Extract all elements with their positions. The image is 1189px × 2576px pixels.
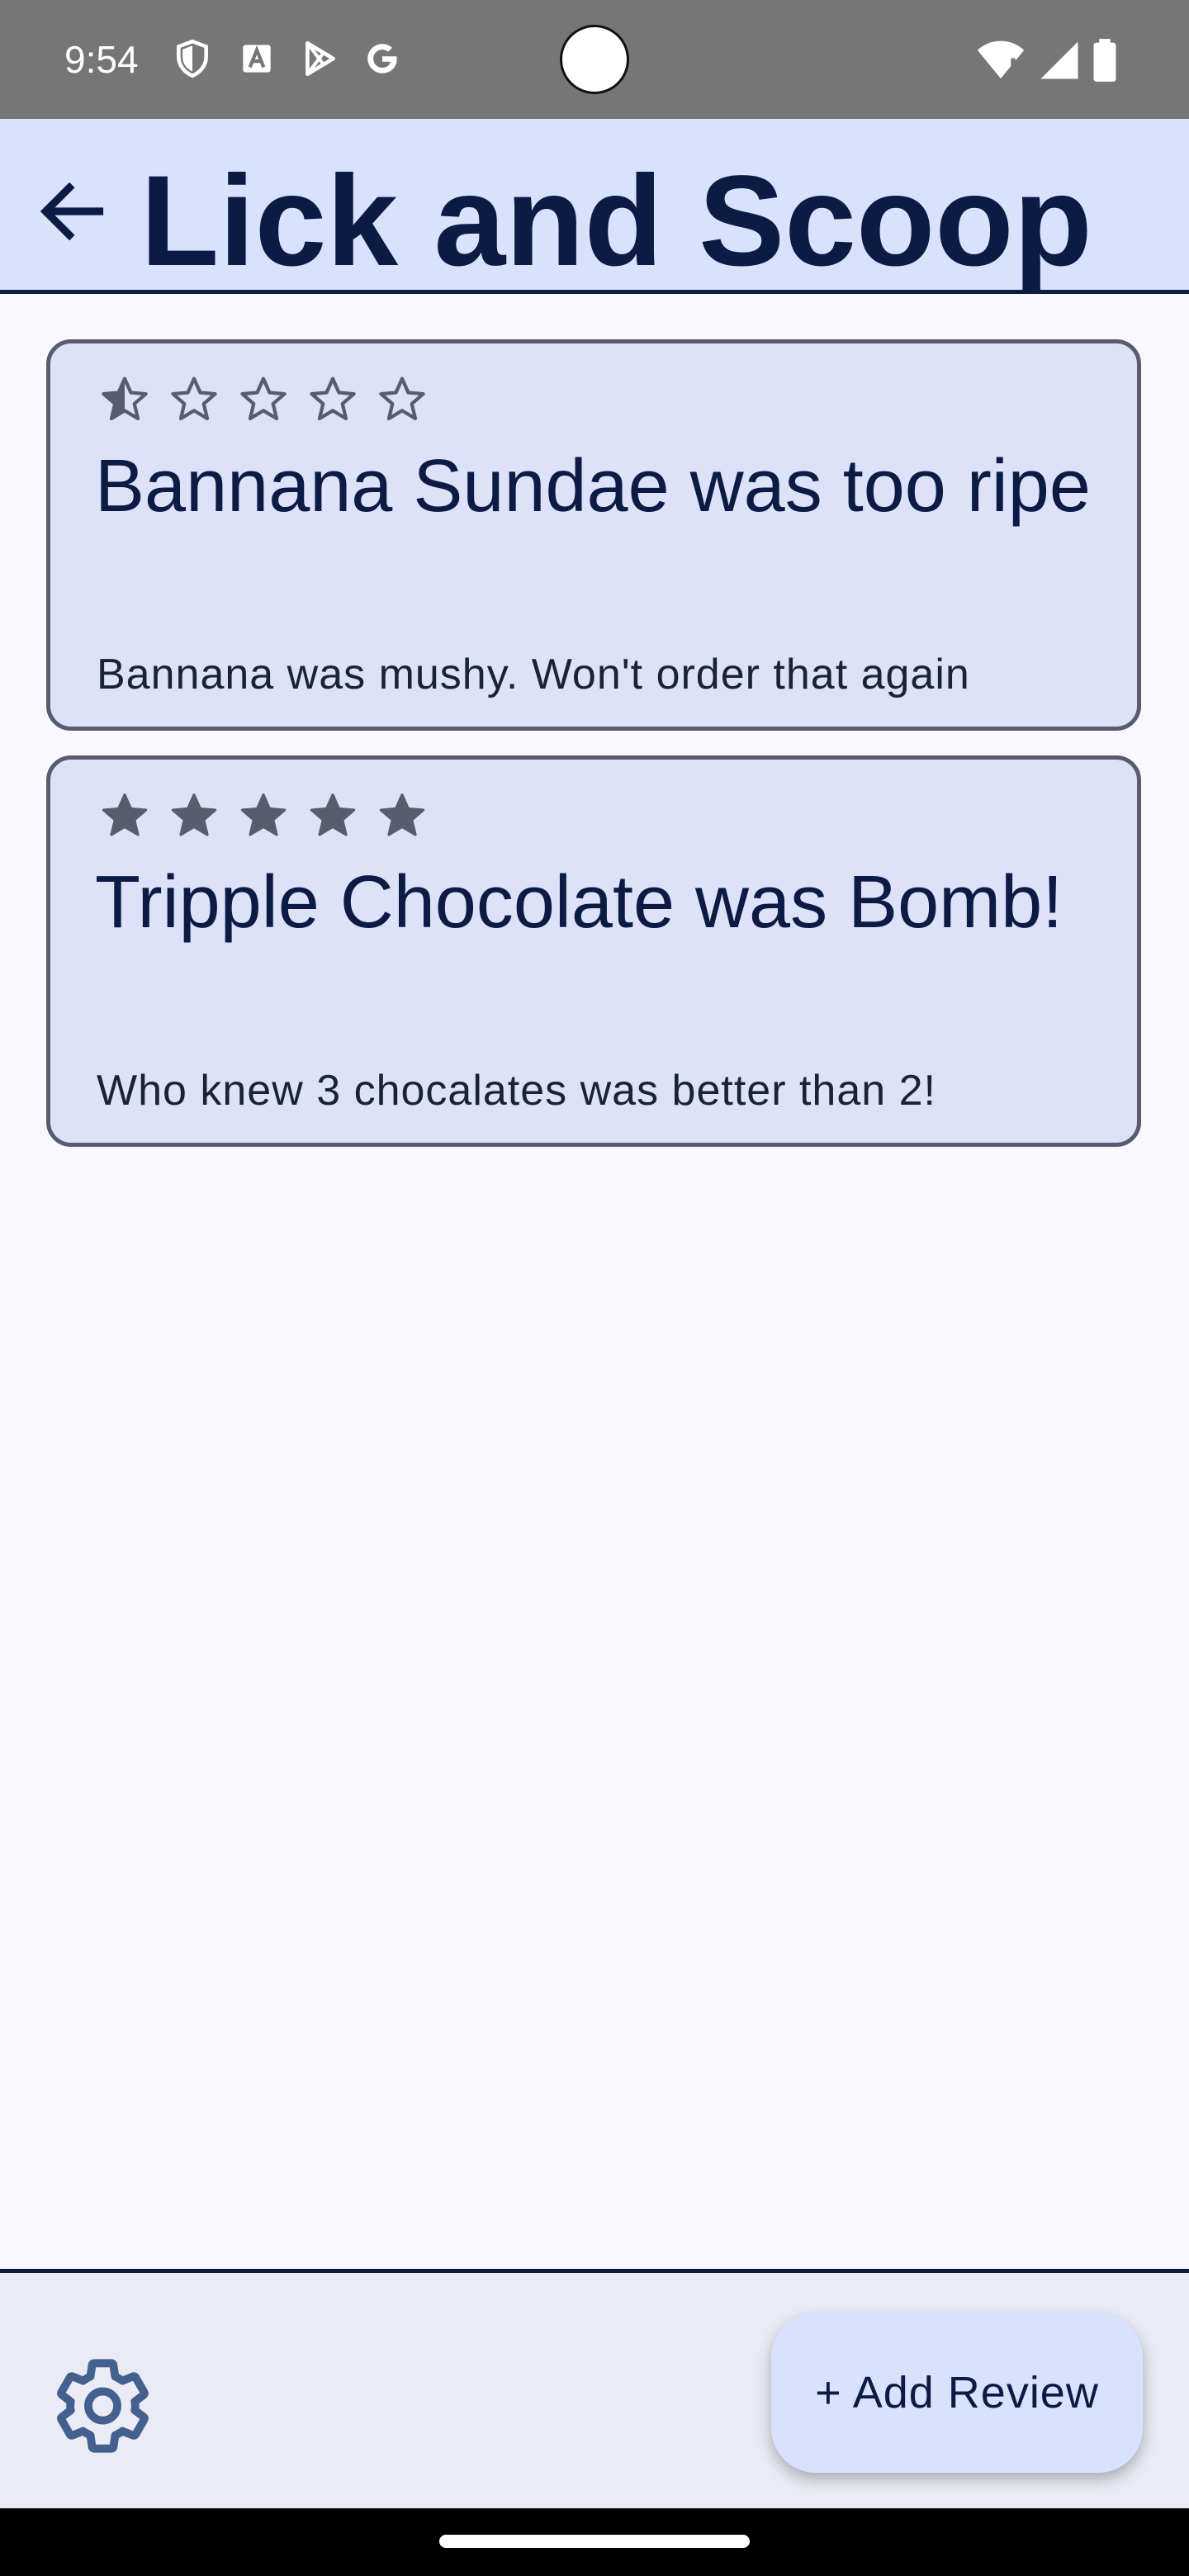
gear-icon <box>57 2359 149 2453</box>
review-title: Tripple Chocolate was Bomb! <box>95 861 1063 944</box>
home-gesture-handle[interactable] <box>439 2535 750 2548</box>
review-title: Bannana Sundae was too ripe <box>95 445 1091 528</box>
star-half-icon <box>102 376 148 421</box>
star-rating <box>98 373 429 426</box>
back-button[interactable] <box>30 170 112 253</box>
star-filled-icon <box>171 793 217 836</box>
status-bar: 9:54 <box>0 0 1189 119</box>
signal-icon <box>1040 41 1078 79</box>
wifi-icon <box>977 40 1025 79</box>
shield-icon <box>177 39 208 78</box>
battery-icon <box>1093 39 1116 82</box>
star-rating <box>98 789 429 842</box>
status-time: 9:54 <box>64 38 139 81</box>
settings-button[interactable] <box>48 2351 159 2461</box>
star-outline-icon <box>171 376 217 421</box>
review-list[interactable]: Bannana Sundae was too ripe Bannana was … <box>0 298 1189 2271</box>
star-filled-icon <box>240 793 287 836</box>
page-title: Lick and Scoop <box>140 149 1092 293</box>
star-filled-icon <box>102 793 148 836</box>
bottom-bar: + Add Review <box>0 2269 1189 2508</box>
star-filled-icon <box>310 793 356 836</box>
font-icon <box>243 45 271 73</box>
add-review-button[interactable]: + Add Review <box>771 2313 1143 2473</box>
app-bar: Lick and Scoop <box>0 119 1189 294</box>
star-outline-icon <box>379 376 425 421</box>
review-body: Bannana was mushy. Won't order that agai… <box>97 651 970 698</box>
play-store-icon <box>306 40 335 77</box>
system-nav-bar <box>0 2508 1189 2576</box>
review-body: Who knew 3 chocalates was better than 2! <box>97 1067 936 1115</box>
arrow-back-icon <box>40 182 104 241</box>
star-outline-icon <box>310 376 356 421</box>
camera-cutout <box>560 25 629 94</box>
google-icon <box>367 44 397 73</box>
star-filled-icon <box>379 793 425 836</box>
add-review-label: + Add Review <box>815 2368 1099 2417</box>
review-card[interactable]: Bannana Sundae was too ripe Bannana was … <box>46 339 1141 731</box>
star-outline-icon <box>240 376 287 421</box>
review-card[interactable]: Tripple Chocolate was Bomb! Who knew 3 c… <box>46 755 1141 1147</box>
